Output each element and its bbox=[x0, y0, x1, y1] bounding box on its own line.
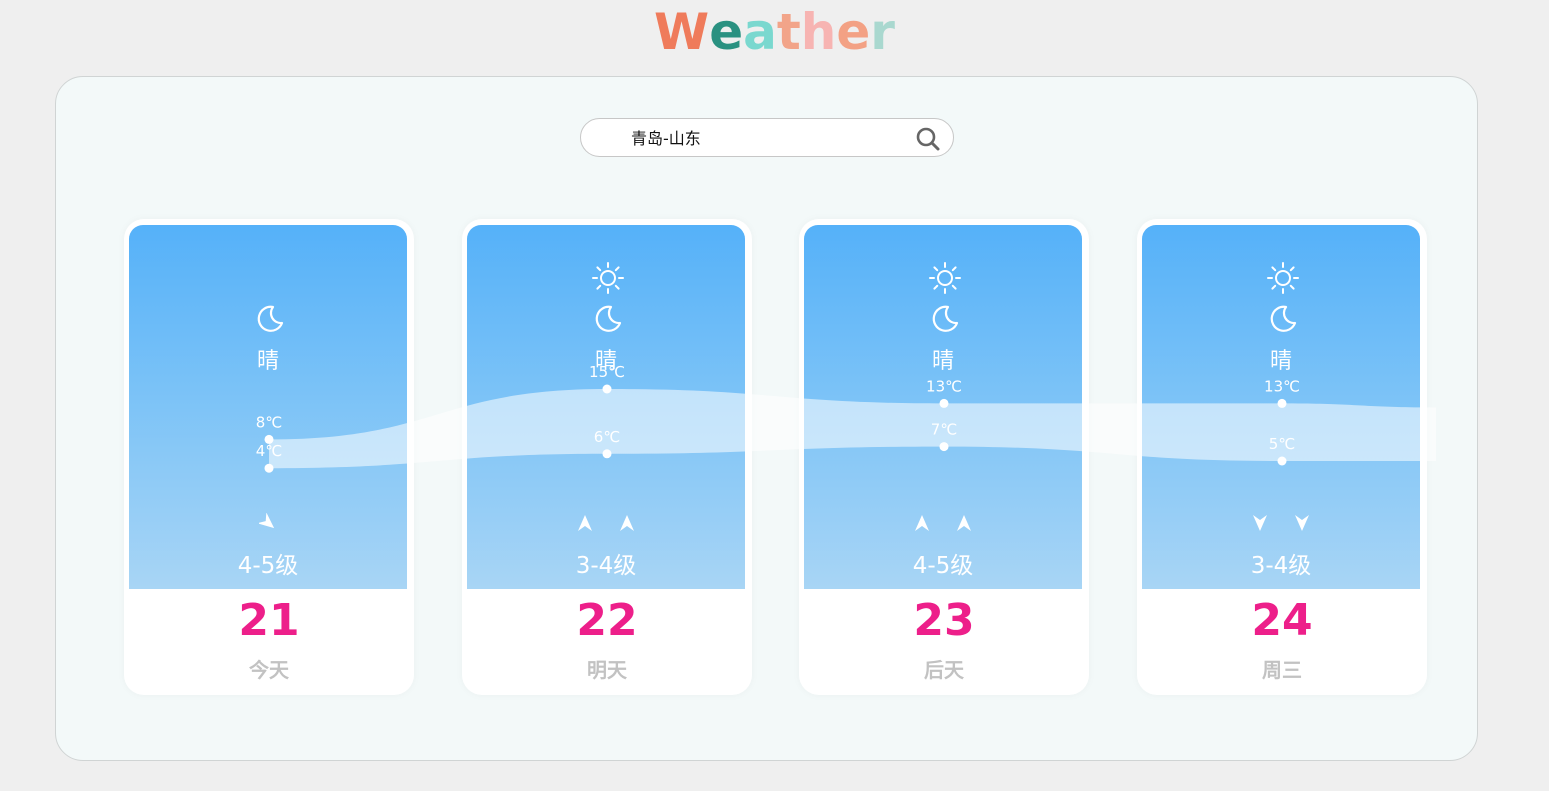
wind-north-icon bbox=[620, 515, 634, 531]
forecast-card[interactable]: 晴 4-5级 23 后天 bbox=[799, 219, 1089, 695]
wind-icons bbox=[1142, 513, 1420, 535]
weather-condition: 晴 bbox=[931, 349, 954, 374]
wind-south-icon bbox=[1253, 515, 1267, 531]
forecast-date: 24 bbox=[1251, 595, 1313, 646]
wind-level: 3-4级 bbox=[1250, 553, 1312, 579]
moon-icon bbox=[595, 305, 622, 332]
forecast-date: 23 bbox=[913, 595, 975, 646]
forecast-date: 22 bbox=[576, 595, 638, 646]
card-sky: 晴 4-5级 bbox=[129, 225, 407, 589]
card-sky: 晴 4-5级 bbox=[804, 225, 1082, 589]
title-letter: r bbox=[870, 3, 895, 61]
weather-condition: 晴 bbox=[1269, 349, 1292, 374]
wind-icons bbox=[467, 513, 745, 535]
forecast-day: 周三 bbox=[1262, 658, 1302, 682]
wind-level: 4-5级 bbox=[237, 553, 299, 579]
wind-north-icon bbox=[957, 515, 971, 531]
forecast-date: 21 bbox=[238, 595, 300, 646]
wind-north-icon bbox=[578, 515, 592, 531]
title-letter: e bbox=[836, 3, 871, 61]
forecast-card[interactable]: 晴 3-4级 24 周三 bbox=[1137, 219, 1427, 695]
wind-icons bbox=[129, 512, 407, 535]
weather-condition: 晴 bbox=[594, 349, 617, 374]
title-letter: W bbox=[654, 3, 710, 61]
sun-icon bbox=[1267, 262, 1299, 294]
forecast-card[interactable]: 晴 3-4级 22 明天 bbox=[462, 219, 752, 695]
wind-level: 4-5级 bbox=[912, 553, 974, 579]
moon-icon bbox=[257, 305, 284, 332]
forecast-card[interactable]: 晴 4-5级 21 今天 bbox=[124, 219, 414, 695]
search-input[interactable]: 青岛-山东 bbox=[631, 119, 701, 158]
title-letter: h bbox=[800, 3, 837, 61]
title-letter: t bbox=[776, 3, 801, 61]
wind-north-icon bbox=[915, 515, 929, 531]
sun-icon bbox=[592, 262, 624, 294]
title-letter: e bbox=[709, 3, 744, 61]
app-title: Weather bbox=[0, 2, 1549, 62]
search-box[interactable]: 青岛-山东 bbox=[580, 118, 954, 157]
card-sky: 晴 3-4级 bbox=[467, 225, 745, 589]
search-icon[interactable] bbox=[915, 126, 941, 152]
weather-condition: 晴 bbox=[256, 349, 279, 374]
forecast-day: 明天 bbox=[587, 658, 627, 682]
moon-icon bbox=[1270, 305, 1297, 332]
sun-icon bbox=[929, 262, 961, 294]
title-letter: a bbox=[743, 3, 777, 61]
forecast-day: 今天 bbox=[249, 658, 289, 682]
wind-direction-southeast-icon bbox=[257, 512, 275, 529]
wind-icons bbox=[804, 513, 1082, 535]
wind-south-icon bbox=[1295, 515, 1309, 531]
wind-level: 3-4级 bbox=[575, 553, 637, 579]
moon-icon bbox=[932, 305, 959, 332]
card-sky: 晴 3-4级 bbox=[1142, 225, 1420, 589]
forecast-day: 后天 bbox=[924, 658, 964, 682]
